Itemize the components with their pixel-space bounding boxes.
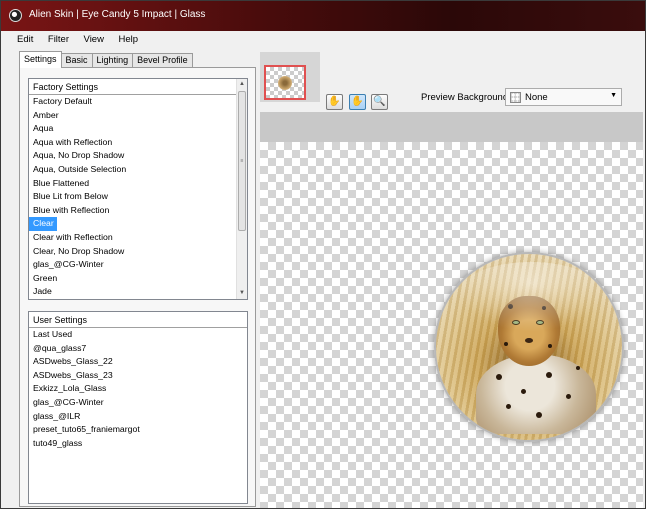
thumbnail-image: [278, 76, 292, 90]
window-title: Alien Skin | Eye Candy 5 Impact | Glass: [29, 9, 206, 20]
main-content: Settings Basic Lighting Bevel Profile Facto…: [11, 48, 643, 508]
factory-settings-list[interactable]: Factory Settings Factory Default Amber A…: [28, 78, 248, 300]
zoom-hand-button[interactable]: ✋: [326, 94, 343, 110]
preview-background-select[interactable]: None ▼: [505, 88, 622, 106]
list-item[interactable]: Aqua, No Drop Shadow: [29, 149, 236, 163]
tab-lighting[interactable]: Lighting: [91, 53, 134, 68]
menu-help[interactable]: Help: [112, 32, 144, 48]
preview-background-label: Preview Background:: [421, 92, 511, 103]
tab-basic[interactable]: Basic: [60, 53, 93, 68]
list-item[interactable]: Aqua, Outside Selection: [29, 163, 236, 177]
navigator-thumbnail[interactable]: [264, 65, 306, 100]
list-item[interactable]: Green: [29, 272, 236, 286]
tab-strip: Settings Basic Lighting Bevel Profile: [19, 51, 193, 68]
magnifier-button[interactable]: 🔍: [371, 94, 388, 110]
list-item[interactable]: preset_tuto65_franiemargot: [29, 423, 247, 437]
preview-panel: ✋ ✋ 🔍 Preview Background: None ▼: [260, 48, 643, 508]
list-item[interactable]: Blue Lit from Below: [29, 190, 236, 204]
title-bar[interactable]: Alien Skin | Eye Candy 5 Impact | Glass: [1, 1, 645, 31]
tab-bevel-profile[interactable]: Bevel Profile: [132, 53, 193, 68]
list-item[interactable]: Clear with Reflection: [29, 231, 236, 245]
list-item[interactable]: @qua_glass7: [29, 342, 247, 356]
list-item[interactable]: Factory Default: [29, 95, 236, 109]
list-item-selected[interactable]: Clear: [29, 217, 57, 231]
chevron-down-icon: ▼: [610, 92, 617, 99]
list-item[interactable]: Blue Flattened: [29, 177, 236, 191]
navigator-thumbnail-area: [260, 52, 320, 102]
user-settings-list[interactable]: User Settings Last Used @qua_glass7 ASDw…: [28, 311, 248, 504]
list-item[interactable]: Blue with Reflection: [29, 204, 236, 218]
hand-pan-icon: ✋: [351, 96, 364, 107]
list-item[interactable]: Exkizz_Lola_Glass: [29, 382, 247, 396]
app-window: Alien Skin | Eye Candy 5 Impact | Glass …: [0, 0, 646, 509]
preview-canvas[interactable]: [260, 142, 643, 508]
scroll-thumb[interactable]: ≡: [238, 91, 246, 231]
menu-view[interactable]: View: [78, 32, 110, 48]
list-item[interactable]: Last Used: [29, 328, 247, 342]
list-item[interactable]: Aqua: [29, 122, 236, 136]
user-settings-header: User Settings: [29, 312, 247, 328]
preview-background-value: None: [525, 92, 548, 103]
list-item[interactable]: ASDwebs_Glass_23: [29, 369, 247, 383]
list-item[interactable]: Clear, No Drop Shadow: [29, 245, 236, 259]
list-item[interactable]: Jade: [29, 285, 236, 299]
factory-settings-header: Factory Settings: [29, 79, 236, 95]
list-item[interactable]: tuto49_glass: [29, 437, 247, 451]
zoom-hand-icon: ✋: [328, 96, 341, 107]
menu-bar: Edit Filter View Help: [11, 32, 643, 48]
list-item[interactable]: ASDwebs_Glass_22: [29, 355, 247, 369]
list-item[interactable]: Amber: [29, 109, 236, 123]
list-item[interactable]: Aqua with Reflection: [29, 136, 236, 150]
scroll-up-arrow-icon[interactable]: ▲: [237, 79, 247, 90]
menu-filter[interactable]: Filter: [42, 32, 75, 48]
factory-settings-items: Factory Default Amber Aqua Aqua with Ref…: [29, 95, 236, 299]
factory-settings-scrollbar[interactable]: ▲ ≡ ▼: [236, 79, 247, 299]
hand-pan-button[interactable]: ✋: [349, 94, 366, 110]
checker-swatch-icon: [510, 92, 521, 103]
preview-toolbar-band: [260, 112, 643, 142]
glass-orb-preview-image: [434, 252, 624, 442]
tab-settings[interactable]: Settings: [19, 51, 62, 68]
list-item[interactable]: glass_@ILR: [29, 410, 247, 424]
scroll-down-arrow-icon[interactable]: ▼: [237, 288, 247, 299]
list-item[interactable]: glas_@CG-Winter: [29, 258, 236, 272]
settings-tab-body: Factory Settings Factory Default Amber A…: [19, 67, 256, 507]
alien-skin-logo-icon: [9, 9, 22, 22]
magnifier-icon: 🔍: [373, 96, 386, 107]
list-item[interactable]: glas_@CG-Winter: [29, 396, 247, 410]
settings-panel: Settings Basic Lighting Bevel Profile Facto…: [11, 48, 258, 508]
menu-edit[interactable]: Edit: [11, 32, 39, 48]
